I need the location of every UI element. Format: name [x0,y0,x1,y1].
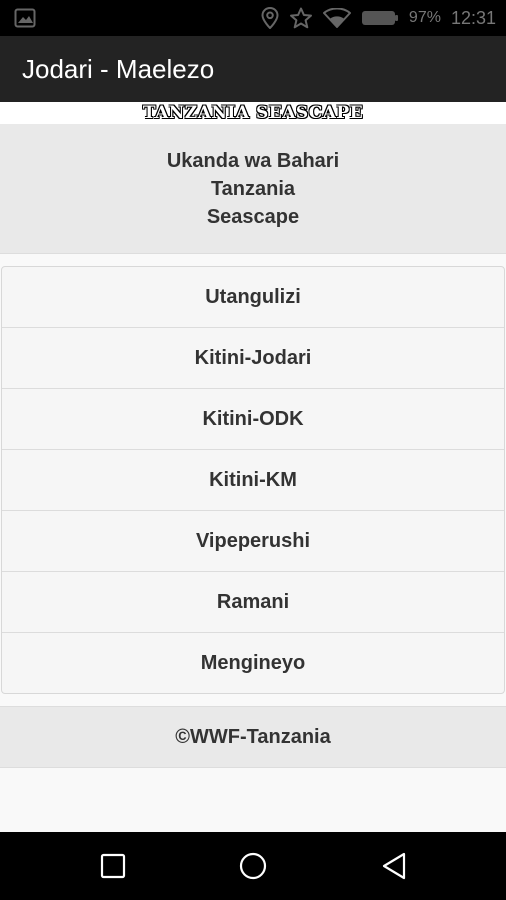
menu-item-ramani[interactable]: Ramani [2,572,504,633]
header-line-2: Tanzania [210,177,296,200]
footer: ©WWF-Tanzania [0,706,506,768]
location-icon [261,7,279,29]
banner: TANZANIA SEASCAPE [0,102,506,124]
wifi-icon [322,8,351,28]
menu-list: Utangulizi Kitini-Jodari Kitini-ODK Kiti… [1,266,505,694]
menu-item-kitini-km[interactable]: Kitini-KM [2,450,504,511]
recent-apps-icon[interactable] [73,832,153,900]
app-title: Jodari - Maelezo [22,53,215,84]
status-icons: 97% 12:31 [261,0,496,36]
status-bar: 97% 12:31 [0,0,506,36]
star-icon [289,7,313,29]
menu-item-kitini-jodari[interactable]: Kitini-Jodari [2,328,504,389]
battery-percent: 97% [408,9,441,26]
menu-item-kitini-odk[interactable]: Kitini-ODK [2,389,504,450]
header-line-3: Seascape [206,205,300,228]
system-nav-bar [0,832,506,900]
status-time: 12:31 [450,7,496,28]
menu-item-utangulizi[interactable]: Utangulizi [2,267,504,328]
menu-item-mengineyo[interactable]: Mengineyo [2,633,504,694]
back-icon[interactable] [354,832,434,900]
battery-icon [361,10,399,26]
page-header: Ukanda wa Bahari Tanzania Seascape [0,124,506,254]
app-screen: 97% 12:31 Jodari - Maelezo TANZANIA SEAS… [0,0,506,900]
footer-copyright: ©WWF-Tanzania [175,725,331,748]
app-bar: Jodari - Maelezo [0,36,506,102]
header-line-1: Ukanda wa Bahari [166,149,340,172]
image-icon [14,8,36,28]
banner-logo-text: TANZANIA SEASCAPE [142,103,364,123]
menu-item-vipeperushi[interactable]: Vipeperushi [2,511,504,572]
home-icon[interactable] [213,832,293,900]
